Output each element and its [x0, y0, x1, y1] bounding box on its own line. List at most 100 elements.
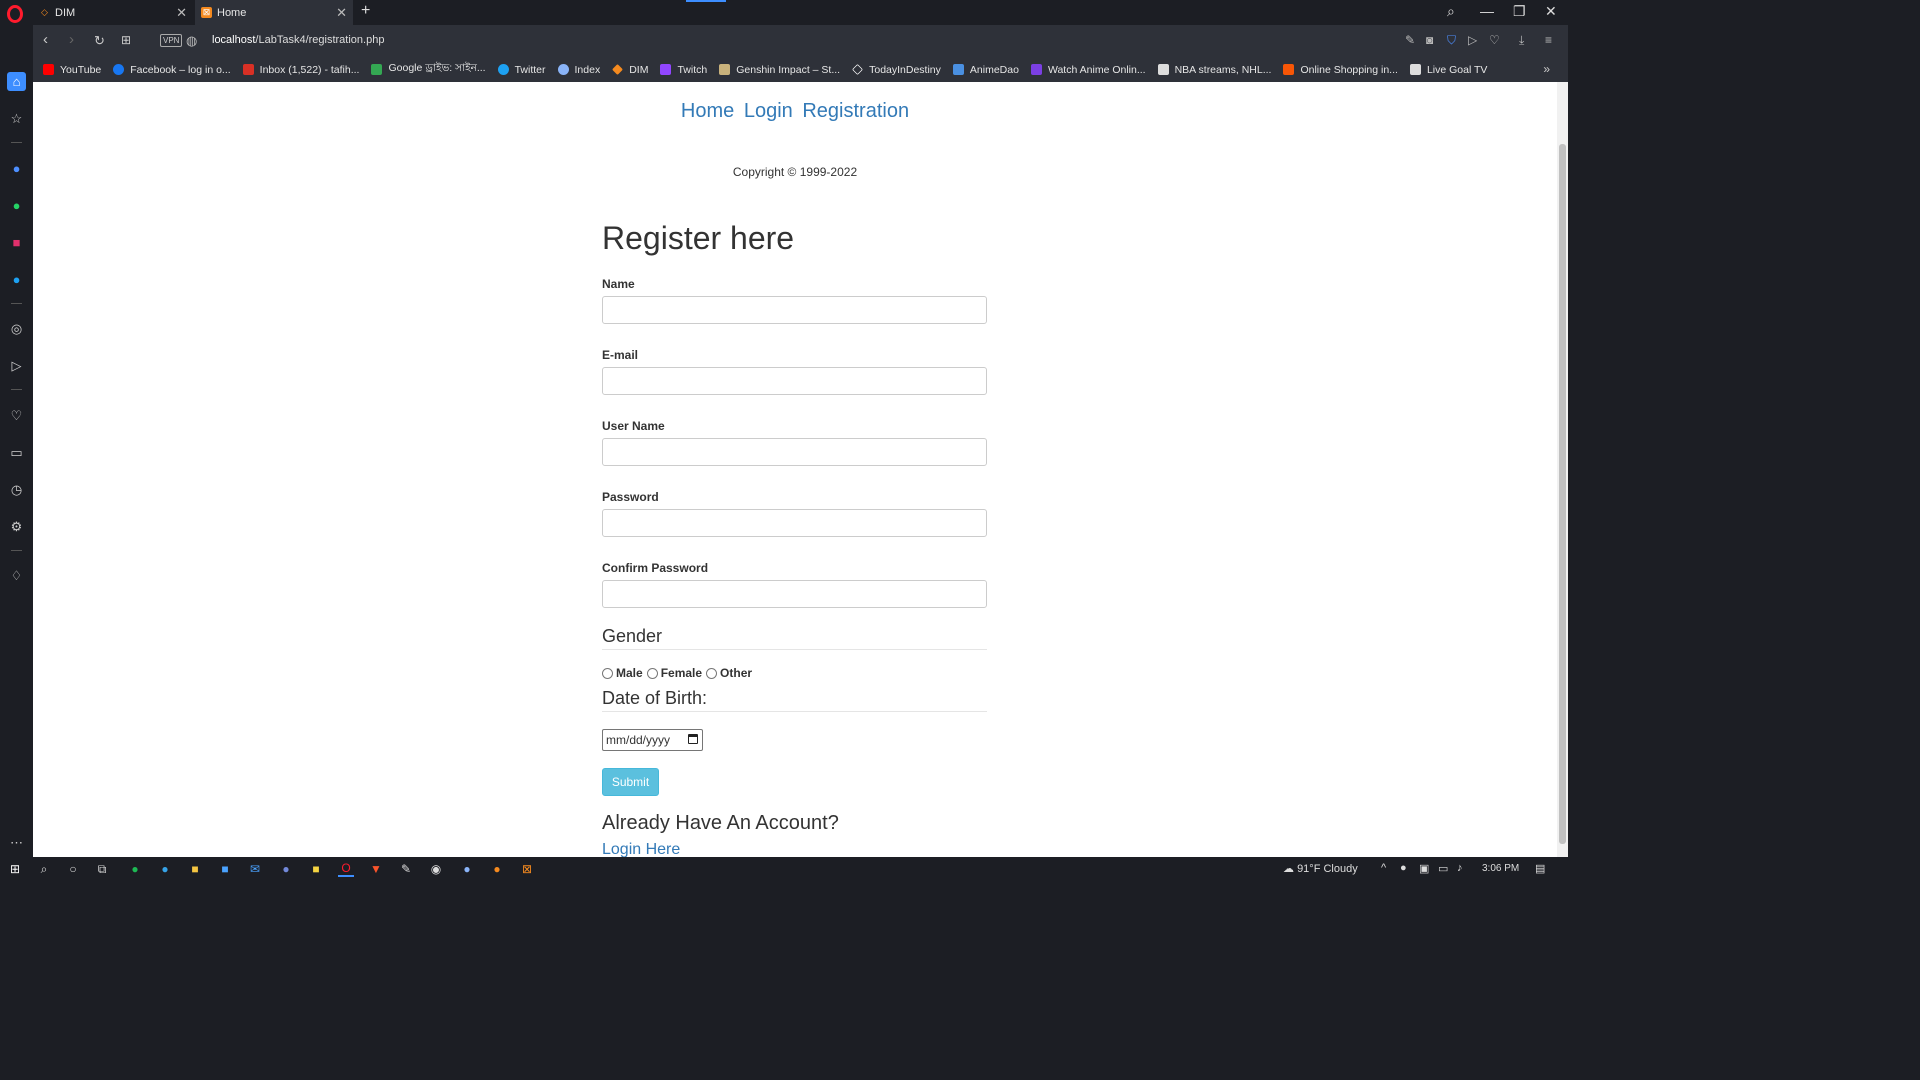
- tab-dim[interactable]: ◇ DIM ✕: [33, 0, 193, 25]
- heart-icon[interactable]: ♡: [7, 406, 26, 425]
- easy-setup-icon[interactable]: ≡: [1545, 33, 1552, 47]
- instagram-icon[interactable]: ■: [7, 233, 26, 252]
- chromium-icon[interactable]: ●: [459, 861, 475, 877]
- close-tab-icon[interactable]: ✕: [336, 5, 347, 21]
- nav-home-link[interactable]: Home: [681, 100, 734, 122]
- cortana-icon[interactable]: ○: [65, 861, 81, 877]
- bookmark-genshin[interactable]: Genshin Impact – St...: [719, 64, 840, 76]
- back-icon[interactable]: ‹: [43, 31, 48, 48]
- spotify-icon[interactable]: ●: [127, 861, 143, 877]
- url-field[interactable]: localhost/LabTask4/registration.php: [212, 34, 384, 46]
- username-input[interactable]: [602, 438, 987, 466]
- gender-female-radio[interactable]: [646, 667, 658, 679]
- bookmark-gmail[interactable]: Inbox (1,522) - tafih...: [242, 64, 359, 76]
- discord-icon[interactable]: ●: [278, 861, 294, 877]
- xampp-taskbar-icon[interactable]: ⊠: [519, 861, 535, 877]
- facebook-icon: [113, 64, 125, 75]
- paint-icon[interactable]: ✎: [398, 861, 414, 877]
- nav-login-link[interactable]: Login: [744, 100, 793, 122]
- send-icon[interactable]: ▷: [7, 356, 26, 375]
- steam-icon[interactable]: ◉: [428, 861, 444, 877]
- scrollbar-thumb[interactable]: [1559, 144, 1566, 844]
- download-icon[interactable]: ⤓: [1519, 33, 1524, 48]
- system-clock[interactable]: 3:06 PM: [1482, 863, 1519, 874]
- tab-grid-icon[interactable]: ⊞: [121, 33, 131, 47]
- camera-tray-icon[interactable]: ▣: [1419, 862, 1429, 875]
- name-input[interactable]: [602, 296, 987, 324]
- close-window-icon[interactable]: ✕: [1545, 3, 1557, 20]
- home-icon[interactable]: ⌂: [7, 72, 26, 91]
- camera-icon[interactable]: ◙: [1426, 33, 1433, 47]
- file-explorer-icon[interactable]: ■: [187, 861, 203, 877]
- tabs-icon[interactable]: ▭: [7, 443, 26, 462]
- globe-icon[interactable]: ◍: [186, 33, 197, 49]
- bookmark-twitch[interactable]: Twitch: [660, 64, 707, 76]
- mail-icon[interactable]: ✉: [247, 861, 263, 877]
- calendar-icon[interactable]: [688, 734, 698, 744]
- opera-logo-icon[interactable]: [6, 5, 24, 23]
- bookmark-google-drive[interactable]: Google ড্রাইভ: সাইন...: [371, 61, 486, 78]
- bookmark-youtube[interactable]: YouTube: [43, 64, 101, 76]
- bookmark-nba-streams[interactable]: NBA streams, NHL...: [1157, 64, 1271, 76]
- nav-registration-link[interactable]: Registration: [802, 100, 909, 122]
- bookmark-todayindestiny[interactable]: TodayInDestiny: [852, 64, 941, 76]
- email-input[interactable]: [602, 367, 987, 395]
- star-icon[interactable]: ☆: [7, 109, 26, 128]
- tips-bulb-icon[interactable]: ♢: [7, 566, 26, 585]
- reload-icon[interactable]: ↻: [94, 33, 105, 49]
- more-dots-icon[interactable]: ⋯: [7, 833, 26, 852]
- snapshot-edit-icon[interactable]: ✎: [1405, 33, 1415, 47]
- chevron-up-icon[interactable]: ^: [1381, 862, 1386, 874]
- bookmark-watch-anime[interactable]: Watch Anime Onlin...: [1030, 64, 1146, 76]
- twitter-icon[interactable]: ●: [7, 270, 26, 289]
- bookmark-index[interactable]: Index: [557, 64, 600, 76]
- messenger-icon[interactable]: ●: [7, 159, 26, 178]
- scrollbar[interactable]: [1557, 82, 1568, 857]
- forward-icon[interactable]: ›: [69, 31, 74, 48]
- shield-icon[interactable]: ⛉: [1447, 33, 1456, 48]
- history-clock-icon[interactable]: ◷: [7, 480, 26, 499]
- gender-other-radio[interactable]: [706, 667, 718, 679]
- bookmark-dim[interactable]: DIM: [612, 64, 648, 76]
- opera-taskbar-icon[interactable]: O: [338, 861, 354, 877]
- volume-icon[interactable]: ♪: [1457, 862, 1463, 874]
- brave-icon[interactable]: ▼: [368, 861, 384, 877]
- task-view-icon[interactable]: ⧉: [94, 861, 110, 877]
- edge-icon[interactable]: ●: [157, 861, 173, 877]
- store-icon[interactable]: ■: [217, 861, 233, 877]
- submit-button[interactable]: Submit: [602, 768, 659, 796]
- more-bookmarks-icon[interactable]: »: [1543, 62, 1550, 76]
- tab-home[interactable]: ⊠ Home ✕: [195, 0, 353, 25]
- search-tabs-icon[interactable]: ⌕: [1447, 3, 1455, 20]
- vpn-badge[interactable]: VPN: [160, 34, 183, 47]
- dim-diamond-icon: ◇: [41, 7, 48, 17]
- whatsapp-icon[interactable]: ●: [7, 196, 26, 215]
- login-here-link[interactable]: Login Here: [602, 841, 987, 857]
- bookmark-facebook[interactable]: Facebook – log in o...: [113, 64, 231, 76]
- bookmark-daraz[interactable]: Online Shopping in...: [1283, 64, 1398, 76]
- password-input[interactable]: [602, 509, 987, 537]
- gender-male-radio[interactable]: [602, 667, 613, 679]
- player-icon[interactable]: ◎: [7, 319, 26, 338]
- app-flame-icon[interactable]: ●: [489, 861, 505, 877]
- bookmark-twitter[interactable]: Twitter: [497, 64, 546, 76]
- weather-widget[interactable]: ☁ 91°F Cloudy: [1283, 862, 1358, 875]
- settings-gear-icon[interactable]: ⚙: [7, 517, 26, 536]
- minimize-icon[interactable]: —: [1480, 3, 1494, 19]
- microphone-icon[interactable]: ●: [1400, 862, 1407, 874]
- heart-icon[interactable]: ♡: [1489, 33, 1500, 47]
- bookmark-live-goal-tv[interactable]: Live Goal TV: [1409, 64, 1487, 76]
- restore-icon[interactable]: ❐: [1513, 3, 1526, 20]
- send-icon[interactable]: ▷: [1468, 33, 1477, 47]
- new-tab-plus-icon[interactable]: +: [361, 2, 370, 20]
- confirm-password-input[interactable]: [602, 580, 987, 608]
- bookmark-animedao[interactable]: AnimeDao: [952, 63, 1019, 76]
- close-tab-icon[interactable]: ✕: [176, 5, 187, 21]
- windows-start-icon[interactable]: ⊞: [7, 861, 23, 877]
- bookmark-label: AnimeDao: [969, 63, 1019, 76]
- sticky-notes-icon[interactable]: ■: [308, 861, 324, 877]
- search-icon[interactable]: ⌕: [36, 861, 52, 877]
- network-icon[interactable]: ▭: [1438, 862, 1448, 875]
- dob-date-input[interactable]: mm/dd/yyyy: [602, 729, 703, 751]
- notifications-icon[interactable]: ▤: [1535, 862, 1545, 875]
